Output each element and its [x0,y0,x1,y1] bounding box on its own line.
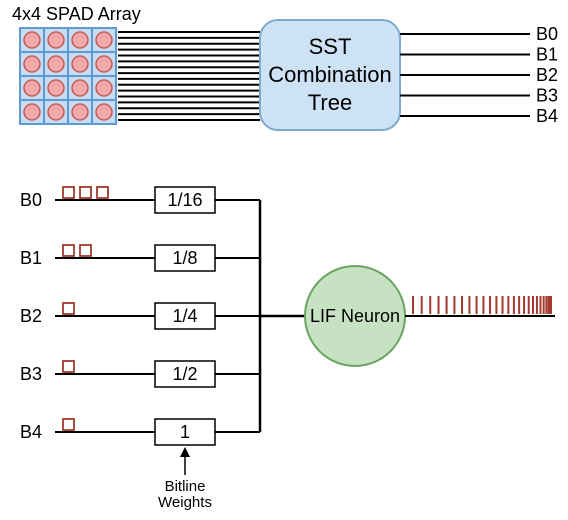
sst-text-2: Combination [268,62,392,87]
arrow-head-icon [180,447,190,457]
lif-neuron-label: LIF Neuron [310,306,400,326]
weight-value: 1 [180,422,190,442]
sst-output-label: B4 [536,106,558,126]
spad-pixel [48,80,64,96]
spad-pixel [24,80,40,96]
spad-pixel [96,80,112,96]
sst-output-label: B2 [536,65,558,85]
weight-value: 1/8 [172,248,197,268]
spad-pixel [96,56,112,72]
pulse-icon [63,361,74,372]
spad-pixel [24,32,40,48]
spad-pixel [72,104,88,120]
pulse-icon [63,245,74,256]
sst-output-label: B1 [536,45,558,65]
spad-pixel [48,56,64,72]
spad-pixel [96,32,112,48]
bitline-label: B3 [20,364,42,384]
pulse-icon [63,187,74,198]
spad-pixel [72,56,88,72]
bitline-label: B1 [20,248,42,268]
weight-value: 1/16 [167,190,202,210]
array-title: 4x4 SPAD Array [12,4,141,24]
weights-caption-1: Bitline [165,478,206,495]
pulse-icon [63,303,74,314]
weight-value: 1/4 [172,306,197,326]
sst-text-1: SST [309,34,352,59]
pulse-icon [80,187,91,198]
weight-value: 1/2 [172,364,197,384]
weights-caption-2: Weights [158,494,212,511]
bitline-label: B4 [20,422,42,442]
pulse-icon [80,245,91,256]
spad-pixel [48,32,64,48]
spad-pixel [96,104,112,120]
spad-pixel [48,104,64,120]
spad-pixel [24,104,40,120]
sst-output-label: B3 [536,86,558,106]
pulse-icon [97,187,108,198]
pulse-icon [63,419,74,430]
spad-pixel [24,56,40,72]
bitline-label: B2 [20,306,42,326]
sst-output-label: B0 [536,24,558,44]
bitline-label: B0 [20,190,42,210]
spad-pixel [72,80,88,96]
sst-text-3: Tree [308,90,352,115]
spad-pixel [72,32,88,48]
